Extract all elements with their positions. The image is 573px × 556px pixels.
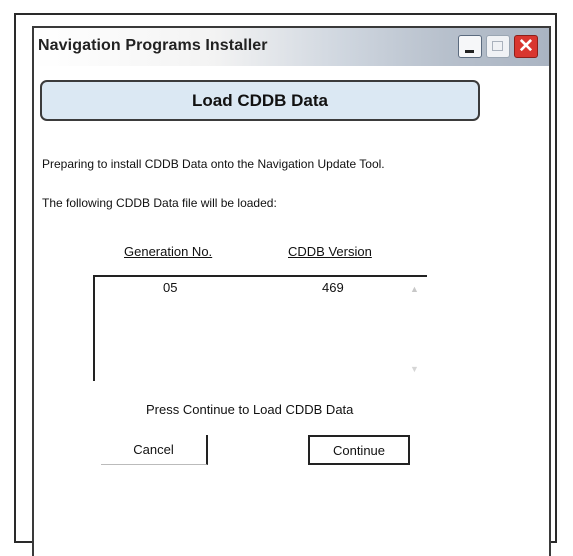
prepare-message: Preparing to install CDDB Data onto the … — [42, 157, 385, 171]
maximize-icon — [492, 41, 503, 51]
close-button[interactable]: ✕ — [514, 35, 538, 58]
column-header-generation[interactable]: Generation No. — [124, 244, 212, 259]
window-title: Navigation Programs Installer — [38, 37, 268, 54]
column-header-cddb-version[interactable]: CDDB Version — [288, 244, 372, 259]
file-message: The following CDDB Data file will be loa… — [42, 196, 277, 210]
scroll-down-icon[interactable]: ▼ — [410, 364, 419, 374]
data-file-list[interactable] — [93, 275, 427, 381]
maximize-button[interactable] — [486, 35, 510, 58]
dialog-header-box: Load CDDB Data — [40, 80, 480, 121]
title-bar[interactable]: Navigation Programs Installer ✕ — [34, 28, 549, 66]
dialog-header: Load CDDB Data — [191, 90, 328, 110]
continue-button[interactable]: Continue — [308, 435, 410, 465]
minimize-button[interactable] — [458, 35, 482, 58]
table-cell-version[interactable]: 469 — [322, 280, 344, 295]
close-icon: ✕ — [518, 36, 534, 57]
minimize-icon — [465, 50, 474, 53]
scroll-up-icon[interactable]: ▲ — [410, 284, 419, 294]
table-cell-generation[interactable]: 05 — [163, 280, 177, 295]
cancel-button[interactable]: Cancel — [101, 435, 208, 465]
instruction-text: Press Continue to Load CDDB Data — [146, 402, 354, 417]
